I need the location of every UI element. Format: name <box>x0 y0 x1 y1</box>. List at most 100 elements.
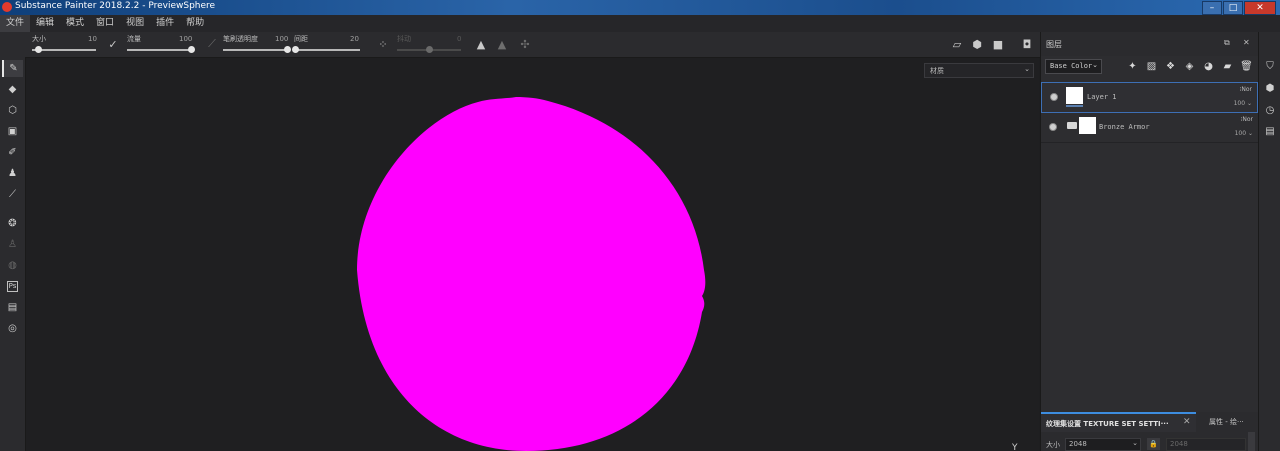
texture-set-tab-label: 纹理集设置 TEXTURE SET SETTI··· <box>1046 420 1169 428</box>
history-icon[interactable]: ◷ <box>1264 104 1276 116</box>
text-tool-icon[interactable]: ◍ <box>4 257 21 274</box>
brush-opacity-track[interactable] <box>223 49 287 51</box>
spacing-knob[interactable] <box>291 46 299 53</box>
add-layer-icon[interactable]: ❖ <box>1164 60 1177 73</box>
projection-icon[interactable]: ⬡ <box>4 102 21 119</box>
visibility-eye-icon[interactable] <box>1049 123 1057 131</box>
menu-edit[interactable]: 编辑 <box>30 15 60 32</box>
lock-icon[interactable]: 🔒 <box>1147 438 1160 450</box>
material-mode-dropdown[interactable]: 材质 ⌄ <box>924 63 1034 78</box>
jitter-knob[interactable] <box>425 46 433 53</box>
symmetry-axis-icon[interactable]: ✣ <box>518 37 532 51</box>
window-title: Substance Painter 2018.2.2 - PreviewSphe… <box>15 1 216 11</box>
smudge-icon[interactable]: ✐ <box>4 144 21 161</box>
viewport-3d[interactable]: 材质 ⌄ Y <box>26 58 1039 451</box>
brush-alignment-icon[interactable]: ✓ <box>106 37 120 51</box>
add-mask-icon[interactable]: ▨ <box>1145 60 1158 73</box>
resource-updater-icon[interactable]: ▤ <box>4 299 21 316</box>
clone-stamp-icon[interactable]: ♟ <box>4 165 21 182</box>
texture-size-value: 2048 <box>1069 440 1087 448</box>
brush-opacity-knob[interactable] <box>283 46 291 53</box>
delete-layer-icon[interactable]: 🗑 <box>1240 60 1253 73</box>
texture-size-dropdown[interactable]: 2048 ⌄ <box>1065 438 1141 451</box>
texture-size-row: 大小 2048 ⌄ 🔒 2048 <box>1041 438 1258 451</box>
add-fill-layer-icon[interactable]: ◈ <box>1183 60 1196 73</box>
sphere-mesh[interactable] <box>357 97 706 451</box>
add-smart-material-icon[interactable]: ◕ <box>1202 60 1215 73</box>
layer-opacity-value: 100 <box>1234 130 1247 137</box>
float-panel-icon[interactable]: ⧉ <box>1224 38 1230 48</box>
mesh-icon[interactable]: ⬢ <box>970 37 984 51</box>
menu-help[interactable]: 帮助 <box>180 15 210 32</box>
pen-pressure-icon[interactable]: ⟋ <box>205 37 219 51</box>
color-picker-icon[interactable]: ⟋ <box>4 186 21 203</box>
maximize-button[interactable]: □ <box>1223 1 1243 15</box>
bake-icon[interactable]: ❂ <box>4 215 21 232</box>
flow-knob[interactable] <box>187 46 195 53</box>
menu-view[interactable]: 视图 <box>120 15 150 32</box>
spacing-slider[interactable]: 间距 20 <box>291 34 362 54</box>
add-folder-icon[interactable]: ▰ <box>1221 60 1234 73</box>
panel-scrollbar[interactable] <box>1248 432 1255 451</box>
layers-toolbar: Base Color ⌄ ✦ ▨ ❖ ◈ ◕ ▰ 🗑 <box>1041 56 1258 78</box>
brush-opacity-slider[interactable]: 笔刷透明度 100 <box>223 34 291 54</box>
blend-mode[interactable]: ⁝Nor <box>1240 116 1253 123</box>
layer-row[interactable]: Layer 1 ⁝Nor 100 ⌄ <box>1041 82 1258 113</box>
axis-gizmo-label: Y <box>1012 443 1018 451</box>
size-value: 10 <box>88 35 97 43</box>
log-icon[interactable]: ▤ <box>1264 125 1276 137</box>
camera-icon[interactable]: ■ <box>991 37 1005 51</box>
visibility-eye-icon[interactable] <box>1050 93 1058 101</box>
jitter-slider[interactable]: 抖动 0 <box>397 34 463 54</box>
minimize-button[interactable]: – <box>1202 1 1222 15</box>
blend-mode[interactable]: ⁝Nor <box>1239 86 1252 93</box>
flow-label: 流量 <box>127 35 141 43</box>
tab-texture-set-settings[interactable]: 纹理集设置 TEXTURE SET SETTI··· ✕ <box>1041 412 1196 432</box>
layer-name[interactable]: Bronze Armor <box>1099 123 1150 131</box>
menu-window[interactable]: 窗口 <box>90 15 120 32</box>
paint-brush-icon[interactable]: ✎ <box>2 60 23 77</box>
add-effect-icon[interactable]: ✦ <box>1126 60 1139 73</box>
channel-value: Base Color <box>1050 62 1093 70</box>
jitter-toggle-icon[interactable]: ⁘ <box>376 37 390 51</box>
preview-sphere[interactable] <box>26 58 1039 451</box>
menu-file[interactable]: 文件 <box>0 15 31 32</box>
close-button[interactable]: ✕ <box>1244 1 1276 15</box>
chevron-down-icon: ⌄ <box>1092 61 1098 69</box>
size-slider[interactable]: 大小 10 <box>32 34 98 54</box>
screenshot-icon[interactable]: ◘ <box>1020 37 1034 51</box>
mirror-icon[interactable]: ▲ <box>495 37 509 51</box>
texture-size-dropdown-2[interactable]: 2048 <box>1166 438 1246 451</box>
eraser-icon[interactable]: ◆ <box>4 81 21 98</box>
menu-plugins[interactable]: 插件 <box>150 15 180 32</box>
flow-slider[interactable]: 流量 100 <box>127 34 195 54</box>
close-panel-icon[interactable]: ✕ <box>1243 38 1250 47</box>
size-label: 大小 <box>32 35 46 43</box>
chevron-down-icon: ⌄ <box>1024 65 1030 73</box>
layer-name[interactable]: Layer 1 <box>1087 93 1117 101</box>
polygon-fill-icon[interactable]: ▣ <box>4 123 21 140</box>
display-settings-icon[interactable]: ⬢ <box>1264 82 1276 94</box>
substance-share-icon[interactable]: ◎ <box>4 320 21 337</box>
layer-opacity[interactable]: 100 ⌄ <box>1235 130 1253 137</box>
view-mode-icon[interactable]: ▱ <box>950 37 964 51</box>
flow-value: 100 <box>179 35 193 43</box>
layers-panel-title: 图层 <box>1046 40 1062 49</box>
layer-opacity[interactable]: 100 ⌄ <box>1234 100 1252 107</box>
close-tab-icon[interactable]: ✕ <box>1183 417 1191 427</box>
blend-mode-value: Nor <box>1241 86 1252 93</box>
layer-row[interactable]: Bronze Armor ⁝Nor 100 ⌄ <box>1041 113 1258 143</box>
tool-properties-bar: 大小 10 ✓ 流量 100 ⟋ 笔刷透明度 100 间距 20 ⁘ 抖动 0 … <box>0 32 1040 58</box>
menu-mode[interactable]: 模式 <box>60 15 90 32</box>
size-knob[interactable] <box>34 46 42 53</box>
channel-dropdown[interactable]: Base Color ⌄ <box>1045 59 1102 74</box>
symmetry-icon[interactable]: ▲ <box>474 37 488 51</box>
flow-track[interactable] <box>127 49 191 51</box>
shelf-icon[interactable]: ⛉ <box>1264 60 1276 72</box>
photoshop-export-icon[interactable]: Ps <box>4 278 21 295</box>
texture-set-settings-panel: 纹理集设置 TEXTURE SET SETTI··· ✕ 属性 - 绘··· 大… <box>1041 412 1258 451</box>
tab-properties[interactable]: 属性 - 绘··· <box>1209 417 1244 427</box>
folder-icon <box>1067 122 1077 129</box>
particle-icon[interactable]: ♙ <box>4 236 21 253</box>
spacing-track[interactable] <box>294 49 360 51</box>
